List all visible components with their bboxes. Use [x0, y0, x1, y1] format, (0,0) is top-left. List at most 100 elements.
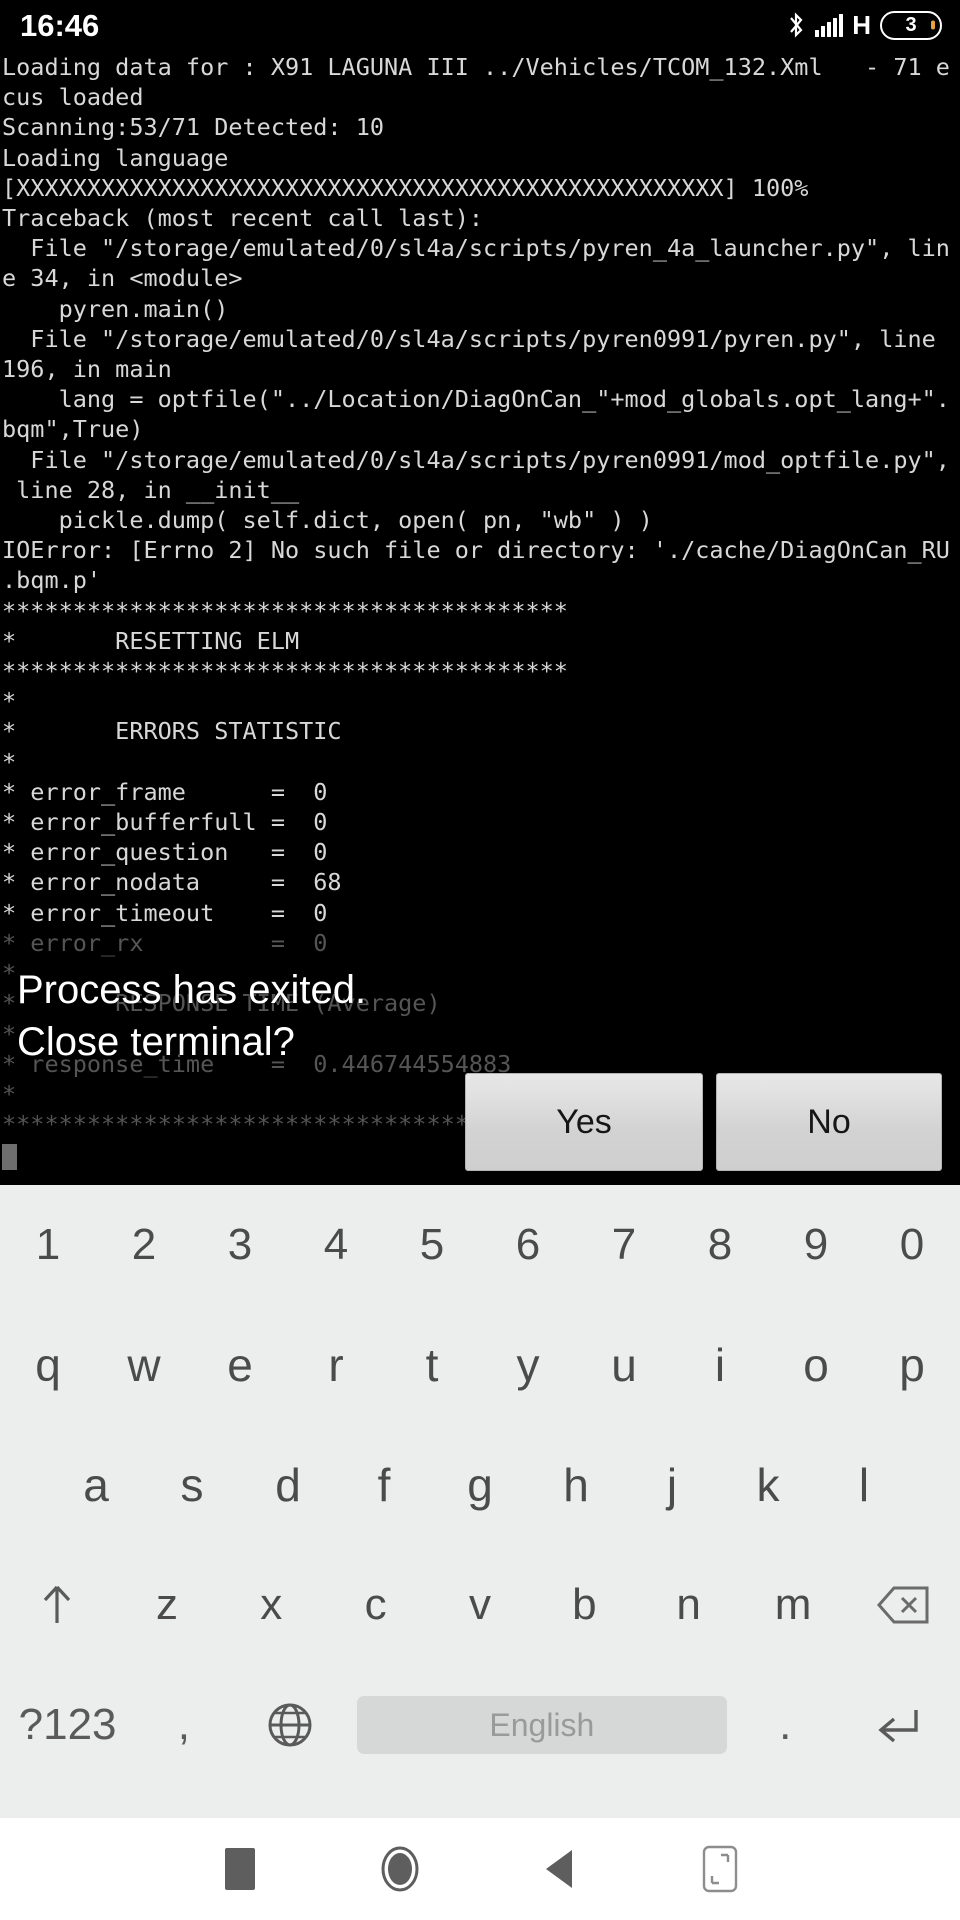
key-a[interactable]: a	[48, 1425, 144, 1545]
terminal-line: e 34, in <module>	[2, 264, 243, 293]
terminal-line: File "/storage/emulated/0/sl4a/scripts/p…	[2, 445, 950, 474]
yes-button[interactable]: Yes	[465, 1073, 703, 1171]
key-8[interactable]: 8	[672, 1185, 768, 1305]
key-1[interactable]: 1	[0, 1185, 96, 1305]
key-7[interactable]: 7	[576, 1185, 672, 1305]
key-t[interactable]: t	[384, 1305, 480, 1425]
terminal-line: 196, in main	[2, 355, 172, 384]
terminal-line: * error_nodata = 68	[2, 868, 342, 897]
key-r[interactable]: r	[288, 1305, 384, 1425]
battery-tip	[931, 20, 935, 30]
terminal-line: .bqm.p'	[2, 566, 102, 595]
terminal-line: * error_bufferfull = 0	[2, 808, 328, 837]
comma-key[interactable]: ,	[135, 1665, 232, 1785]
terminal-line: *	[2, 1019, 17, 1048]
enter-return-icon	[878, 1710, 918, 1743]
key-5[interactable]: 5	[384, 1185, 480, 1305]
period-key[interactable]: .	[737, 1665, 834, 1785]
keyboard-row-bottom: zxcvbnm	[0, 1545, 960, 1665]
resize-button[interactable]	[640, 1818, 800, 1920]
no-button[interactable]: No	[716, 1073, 942, 1171]
spacebar-key[interactable]: English	[347, 1665, 737, 1785]
terminal-line: *	[2, 959, 17, 988]
key-p[interactable]: p	[864, 1305, 960, 1425]
bluetooth-icon	[786, 11, 806, 39]
key-z[interactable]: z	[115, 1545, 219, 1665]
on-screen-keyboard: 1234567890 qwertyuiop asdfghjkl zxcvbnm …	[0, 1185, 960, 1818]
terminal-cursor	[2, 1144, 17, 1170]
enter-key[interactable]	[834, 1665, 960, 1785]
keyboard-row-numbers: 1234567890	[0, 1185, 960, 1305]
terminal-line: * error_question = 0	[2, 838, 328, 867]
key-y[interactable]: y	[480, 1305, 576, 1425]
battery-icon: 3	[880, 10, 942, 40]
keyboard-bottom-pad	[0, 1785, 960, 1818]
key-i[interactable]: i	[672, 1305, 768, 1425]
key-q[interactable]: q	[0, 1305, 96, 1425]
navigation-bar	[0, 1818, 960, 1920]
key-f[interactable]: f	[336, 1425, 432, 1545]
keyboard-row-home: asdfghjkl	[0, 1425, 960, 1545]
key-m[interactable]: m	[741, 1545, 845, 1665]
key-g[interactable]: g	[432, 1425, 528, 1545]
signal-bars-icon	[815, 13, 844, 37]
terminal-line: cus loaded	[2, 83, 144, 112]
terminal-output[interactable]: Loading data for : X91 LAGUNA III ../Veh…	[0, 50, 960, 1185]
status-bar: 16:46 H 3	[0, 0, 960, 50]
key-4[interactable]: 4	[288, 1185, 384, 1305]
key-s[interactable]: s	[144, 1425, 240, 1545]
backspace-key[interactable]	[845, 1545, 960, 1665]
key-o[interactable]: o	[768, 1305, 864, 1425]
terminal-line: * error_rx = 0	[2, 928, 328, 957]
key-d[interactable]: d	[240, 1425, 336, 1545]
key-2[interactable]: 2	[96, 1185, 192, 1305]
terminal-line: lang = optfile("../Location/DiagOnCan_"+…	[2, 385, 950, 414]
terminal-text: Loading data for : X91 LAGUNA III ../Veh…	[0, 50, 960, 1139]
key-l[interactable]: l	[816, 1425, 912, 1545]
key-0[interactable]: 0	[864, 1185, 960, 1305]
terminal-line: Loading language	[2, 143, 229, 172]
back-button[interactable]	[480, 1818, 640, 1920]
key-k[interactable]: k	[720, 1425, 816, 1545]
key-9[interactable]: 9	[768, 1185, 864, 1305]
phone-screen: 16:46 H 3 Loading data for : X91 LAGUNA …	[0, 0, 960, 1920]
terminal-line: * RESPONSE TIME (Average)	[2, 989, 441, 1018]
resize-window-icon	[702, 1845, 738, 1893]
status-clock: 16:46	[20, 7, 100, 43]
key-j[interactable]: j	[624, 1425, 720, 1545]
key-b[interactable]: b	[532, 1545, 636, 1665]
key-6[interactable]: 6	[480, 1185, 576, 1305]
terminal-line: * error_timeout = 0	[2, 898, 328, 927]
globe-language-icon	[268, 1703, 312, 1747]
keyboard-row-top: qwertyuiop	[0, 1305, 960, 1425]
key-x[interactable]: x	[219, 1545, 323, 1665]
battery-level-label: 3	[905, 14, 917, 36]
key-h[interactable]: h	[528, 1425, 624, 1545]
keyboard-row-function: ?123 , English .	[0, 1665, 960, 1785]
terminal-line: [XXXXXXXXXXXXXXXXXXXXXXXXXXXXXXXXXXXXXXX…	[2, 173, 809, 202]
terminal-line: line 28, in __init__	[2, 475, 300, 504]
home-button[interactable]	[320, 1818, 480, 1920]
terminal-line: pyren.main()	[2, 294, 229, 323]
key-e[interactable]: e	[192, 1305, 288, 1425]
terminal-line: File "/storage/emulated/0/sl4a/scripts/p…	[2, 324, 936, 353]
terminal-line: Loading data for : X91 LAGUNA III ../Veh…	[2, 53, 950, 81]
language-switch-key[interactable]	[233, 1665, 348, 1785]
key-c[interactable]: c	[323, 1545, 427, 1665]
key-u[interactable]: u	[576, 1305, 672, 1425]
key-v[interactable]: v	[428, 1545, 532, 1665]
recents-square-icon	[225, 1848, 255, 1890]
terminal-line: * RESETTING ELM	[2, 626, 300, 655]
shift-arrow-up-icon	[44, 1585, 71, 1623]
shift-key[interactable]	[0, 1545, 115, 1665]
recents-button[interactable]	[160, 1818, 320, 1920]
terminal-line: ****************************************	[2, 596, 568, 625]
terminal-line: pickle.dump( self.dict, open( pn, "wb" )…	[2, 506, 653, 535]
key-w[interactable]: w	[96, 1305, 192, 1425]
key-3[interactable]: 3	[192, 1185, 288, 1305]
back-triangle-icon	[546, 1850, 572, 1888]
backspace-icon	[876, 1586, 929, 1624]
terminal-line: bqm",True)	[2, 415, 144, 444]
key-n[interactable]: n	[637, 1545, 741, 1665]
symbols-key[interactable]: ?123	[0, 1665, 135, 1785]
